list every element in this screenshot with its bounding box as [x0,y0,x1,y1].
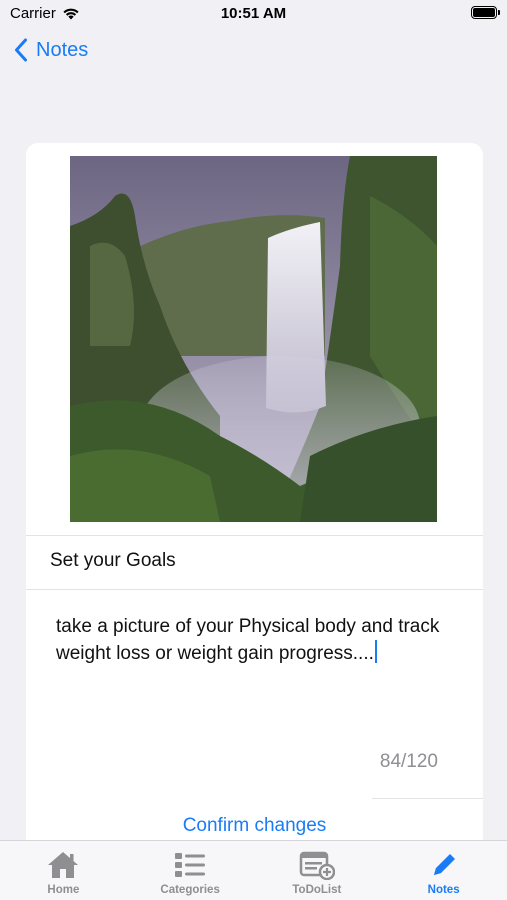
back-label: Notes [36,38,89,61]
tab-categories[interactable]: Categories [127,841,254,900]
note-card: Set your Goals take a picture of your Ph… [26,143,483,863]
note-body-text: take a picture of your Physical body and… [56,616,440,664]
tab-bar: Home Categories ToDoList Notes [0,840,507,900]
pencil-icon [433,854,455,875]
tab-label: Home [47,884,80,896]
status-time: 10:51 AM [220,5,287,22]
divider [26,535,483,536]
todo-add-icon [299,851,335,880]
tab-label: Categories [160,884,220,896]
divider [26,589,483,590]
status-bar: Carrier 10:51 AM [0,0,507,28]
tab-home[interactable]: Home [0,841,127,900]
tab-label: Notes [427,884,460,896]
battery-icon [471,6,500,19]
home-icon [48,852,79,878]
tab-notes[interactable]: Notes [380,841,507,900]
waterfall-photo[interactable] [70,156,437,522]
character-count: 84/120 [379,751,438,772]
text-caret [374,640,377,663]
divider [372,798,483,799]
list-icon [175,853,206,877]
note-body-textarea[interactable]: take a picture of your Physical body and… [56,613,456,667]
chevron-left-icon [15,38,27,62]
note-title[interactable]: Set your Goals [50,550,176,572]
tab-label: ToDoList [292,884,342,896]
tab-todolist[interactable]: ToDoList [254,841,381,900]
confirm-changes-button[interactable]: Confirm changes [26,815,483,837]
back-button[interactable]: Notes [14,38,88,62]
notes-detail-screen: Carrier 10:51 AM Notes Set your Goals ta… [0,0,507,900]
